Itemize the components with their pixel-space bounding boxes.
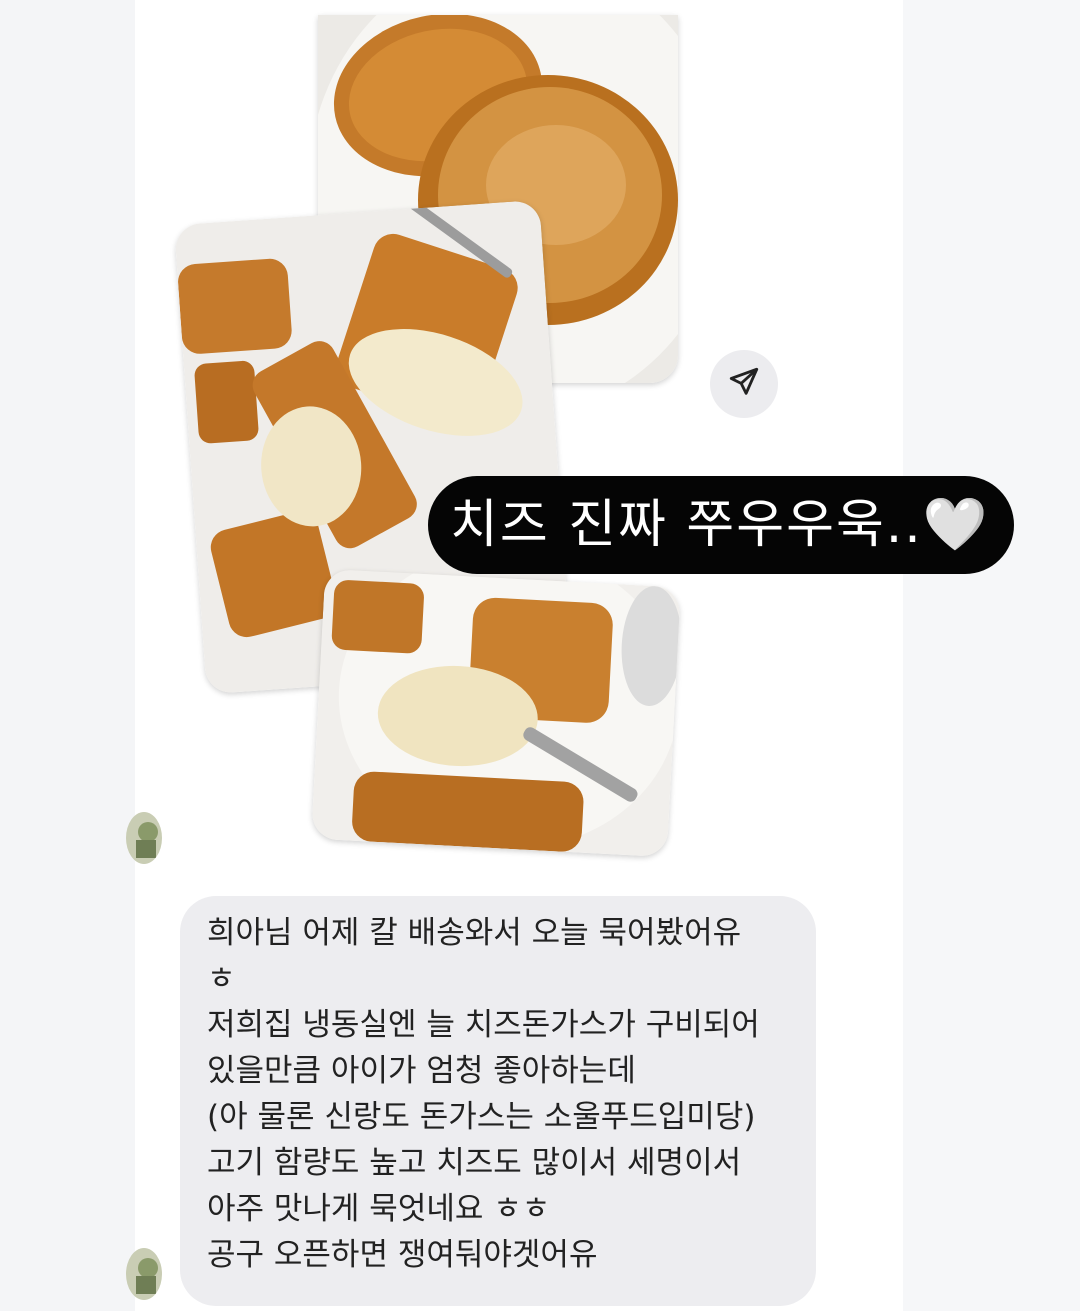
message-bubble[interactable]: 희아님 어제 칼 배송와서 오늘 묵어봤어유 ㅎ 저희집 냉동실엔 늘 치즈돈가… bbox=[180, 896, 816, 1306]
share-button[interactable] bbox=[710, 350, 778, 418]
message-line: 공구 오픈하면 쟁여둬야겟어유 bbox=[207, 1237, 598, 1273]
message-line: 저희집 냉동실엔 늘 치즈돈가스가 구비되어 bbox=[207, 1007, 760, 1043]
message-line: 아주 맛나게 묵엇네요 ㅎㅎ bbox=[207, 1191, 551, 1227]
story-text-sticker: 치즈 진짜 쭈우우욱..🤍 bbox=[428, 476, 1014, 574]
right-margin bbox=[903, 0, 1080, 1311]
sender-avatar[interactable] bbox=[126, 1248, 162, 1300]
message-line: (아 물론 신랑도 돈가스는 소울푸드입미당) bbox=[207, 1099, 756, 1135]
paper-plane-icon bbox=[727, 365, 761, 403]
message-line: ㅎ bbox=[207, 961, 236, 997]
left-margin bbox=[0, 0, 135, 1311]
message-line: 고기 함량도 높고 치즈도 많이서 세명이서 bbox=[207, 1145, 742, 1181]
cutlet-photo-spoon[interactable] bbox=[311, 568, 681, 858]
story-reply-screen: 치즈 진짜 쭈우우욱..🤍 희아님 어제 칼 배송와서 오늘 묵어봤어유 ㅎ 저… bbox=[0, 0, 1080, 1311]
message-line: 있을만큼 아이가 엄청 좋아하는데 bbox=[207, 1053, 636, 1089]
message-line: 희아님 어제 칼 배송와서 오늘 묵어봤어유 bbox=[207, 915, 742, 951]
sender-avatar[interactable] bbox=[126, 812, 162, 864]
